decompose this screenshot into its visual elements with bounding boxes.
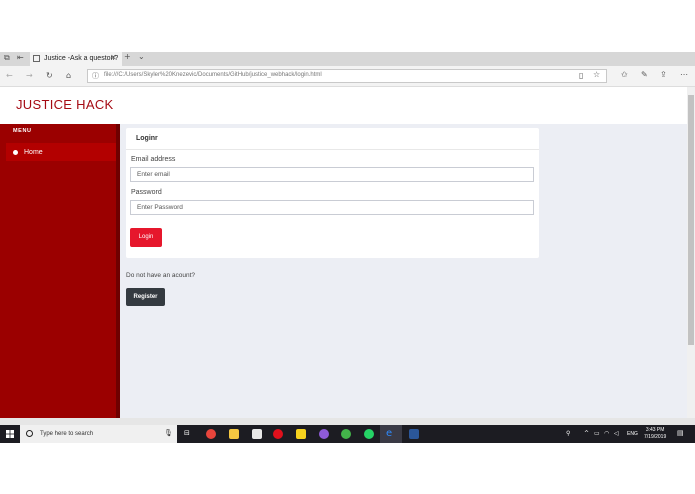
clock-time: 3:43 PM: [645, 427, 665, 433]
back-icon[interactable]: ←: [6, 71, 13, 80]
sidebar: [0, 124, 119, 418]
app-green-icon[interactable]: [341, 429, 351, 439]
clock[interactable]: 3:43 PM 7/19/2019: [644, 427, 666, 441]
email-label: Email address: [131, 156, 176, 163]
windows-start-icon[interactable]: [6, 430, 14, 438]
word-icon[interactable]: [409, 429, 419, 439]
clock-date: 7/19/2019: [644, 434, 667, 440]
edge-icon[interactable]: e: [386, 428, 392, 439]
store-icon[interactable]: [252, 429, 262, 439]
whatsapp-icon[interactable]: [364, 429, 374, 439]
share-icon[interactable]: ⇪: [660, 70, 667, 79]
horizontal-scrollbar[interactable]: [0, 418, 695, 425]
refresh-icon[interactable]: ↻: [46, 71, 53, 80]
password-field[interactable]: [130, 200, 534, 215]
file-explorer-icon[interactable]: [229, 429, 239, 439]
tabs-aside-icon[interactable]: ⇤: [17, 53, 24, 62]
brand-title[interactable]: JUSTICE HACK: [16, 97, 114, 112]
login-card-header: [126, 128, 539, 150]
reading-view-icon[interactable]: ▯: [579, 71, 583, 80]
cortana-icon: [26, 430, 33, 437]
app-purple-icon[interactable]: [319, 429, 329, 439]
pen-icon[interactable]: ✎: [641, 70, 648, 79]
url-text: file:///C:/Users/Skyler%20Knezevic/Docum…: [104, 72, 322, 78]
password-label: Password: [131, 189, 162, 196]
email-field[interactable]: [130, 167, 534, 182]
password-placeholder: Enter Password: [137, 204, 183, 211]
more-icon[interactable]: ⋯: [680, 70, 688, 79]
login-button[interactable]: Login: [130, 228, 162, 247]
wifi-icon[interactable]: ◠: [604, 430, 609, 437]
favorite-star-icon[interactable]: ☆: [593, 70, 600, 79]
info-icon[interactable]: ⓘ: [92, 71, 99, 81]
notifications-icon[interactable]: ▤: [677, 429, 684, 437]
sidebar-item-home[interactable]: [6, 143, 116, 161]
tab-title: Justice -Ask a queston?: [44, 55, 119, 62]
home-icon[interactable]: ⌂: [66, 71, 71, 80]
chevron-down-icon[interactable]: ⌄: [138, 52, 145, 61]
microphone-icon[interactable]: 🎙: [164, 429, 173, 437]
forward-icon[interactable]: →: [26, 71, 33, 80]
new-tab-icon[interactable]: +: [124, 52, 131, 61]
sidebar-item-label: Home: [24, 149, 43, 156]
scrollbar-thumb[interactable]: [688, 95, 694, 345]
search-placeholder: Type here to search: [40, 431, 94, 437]
volume-icon[interactable]: ◁: [614, 430, 619, 437]
tab-manager-icon[interactable]: ⧉: [4, 53, 10, 63]
task-view-icon[interactable]: ⊟: [184, 429, 190, 437]
page-icon: [33, 55, 40, 62]
people-icon[interactable]: ⚲: [566, 430, 570, 437]
login-title: Loginr: [136, 135, 158, 142]
favorites-icon[interactable]: ✩: [621, 70, 628, 79]
opera-icon[interactable]: [273, 429, 283, 439]
chrome-icon[interactable]: [206, 429, 216, 439]
menu-label: MENU: [13, 128, 32, 134]
no-account-text: Do not have an acount?: [126, 272, 196, 279]
user-icon: [13, 150, 18, 155]
email-placeholder: Enter email: [137, 171, 170, 178]
sticky-notes-icon[interactable]: [296, 429, 306, 439]
battery-icon[interactable]: ▭: [594, 430, 600, 437]
close-tab-icon[interactable]: ✕: [110, 53, 117, 62]
language-indicator[interactable]: ENG: [627, 431, 638, 437]
chevron-up-icon[interactable]: ^: [584, 430, 589, 437]
register-button[interactable]: Register: [126, 288, 165, 306]
